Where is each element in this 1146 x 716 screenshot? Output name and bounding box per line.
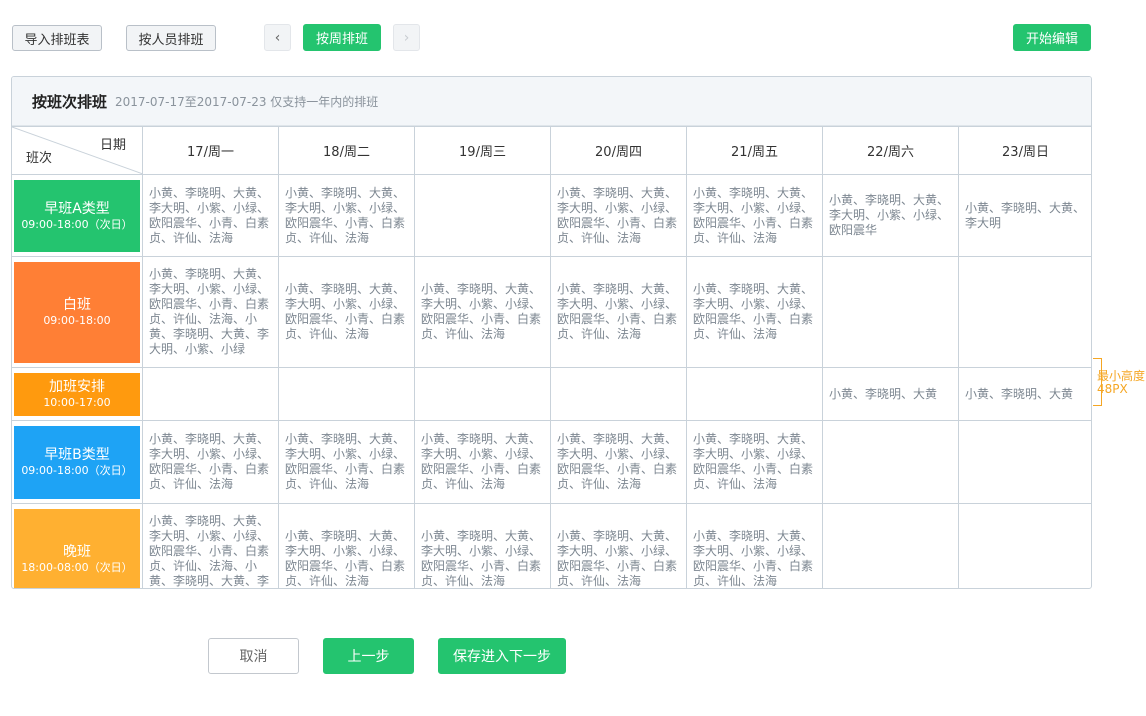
table-body: 早班A类型 09:00-18:00（次日） 小黄、李晓明、大黄、李大明、小紫、小绿、… bbox=[12, 174, 1091, 588]
table-row: 早班B类型 09:00-18:00（次日） 小黄、李晓明、大黄、李大明、小紫、小绿、… bbox=[12, 420, 1091, 504]
corner-header: 日期 班次 bbox=[12, 126, 143, 175]
shift-badge[interactable]: 白班 09:00-18:00 bbox=[14, 261, 140, 363]
day-header: 22/周六 bbox=[822, 126, 959, 175]
next-week-button[interactable]: › bbox=[393, 24, 420, 51]
schedule-panel: 按班次排班 2017-07-17至2017-07-23 仅支持一年内的排班 日期… bbox=[11, 76, 1092, 589]
table-row: 白班 09:00-18:00 小黄、李晓明、大黄、李大明、小紫、小绿、欧阳震华、小青… bbox=[12, 256, 1091, 368]
shift-name: 早班A类型 bbox=[44, 200, 110, 217]
annotation-line-2: 48PX bbox=[1097, 382, 1128, 396]
shift-time: 09:00-18:00（次日） bbox=[21, 217, 133, 231]
schedule-cell[interactable]: 小黄、李晓明、大黄、李大明、小紫、小绿、欧阳震华、小青、白素贞、许仙、法海 bbox=[278, 503, 415, 588]
shift-cell: 早班B类型 09:00-18:00（次日） bbox=[12, 420, 143, 504]
schedule-cell[interactable]: 小黄、李晓明、大黄、李大明、小紫、小绿、欧阳震华、小青、白素贞、许仙、法海 bbox=[278, 174, 415, 257]
shift-badge[interactable]: 晚班 18:00-08:00（次日） bbox=[14, 508, 140, 588]
chevron-left-icon: ‹ bbox=[274, 29, 281, 46]
day-header: 18/周二 bbox=[278, 126, 415, 175]
schedule-cell[interactable]: 小黄、李晓明、大黄、李大明、小紫、小绿、欧阳震华、小青、白素贞、许仙、法海 bbox=[142, 174, 279, 257]
schedule-cell[interactable]: 小黄、李晓明、大黄 bbox=[958, 367, 1091, 421]
shift-time: 10:00-17:00 bbox=[43, 396, 111, 409]
schedule-cell[interactable] bbox=[958, 420, 1091, 504]
shift-cell: 白班 09:00-18:00 bbox=[12, 256, 143, 368]
schedule-cell[interactable] bbox=[822, 256, 959, 368]
schedule-cell[interactable]: 小黄、李晓明、大黄、李大明、小紫、小绿、欧阳震华、小青、白素贞、许仙、法海 bbox=[550, 256, 687, 368]
corner-date-label: 日期 bbox=[99, 138, 126, 153]
schedule-cell[interactable]: 小黄、李晓明、大黄、李大明、小紫、小绿、欧阳震华、小青、白素贞、许仙、法海、小黄… bbox=[142, 503, 279, 588]
shift-cell: 晚班 18:00-08:00（次日） bbox=[12, 503, 143, 588]
prev-week-button[interactable]: ‹ bbox=[264, 24, 291, 51]
day-header: 19/周三 bbox=[414, 126, 551, 175]
shift-name: 白班 bbox=[63, 297, 91, 313]
schedule-cell[interactable]: 小黄、李晓明、大黄、李大明、小紫、小绿、欧阳震华、小青、白素贞、许仙、法海 bbox=[686, 174, 823, 257]
shift-time: 09:00-18:00 bbox=[43, 314, 111, 327]
date-range-subtitle: 2017-07-17至2017-07-23 仅支持一年内的排班 bbox=[115, 94, 379, 109]
shift-badge[interactable]: 早班B类型 09:00-18:00（次日） bbox=[14, 425, 140, 499]
shift-badge[interactable]: 加班安排 10:00-17:00 bbox=[14, 372, 140, 416]
schedule-cell[interactable] bbox=[686, 367, 823, 421]
table-row: 加班安排 10:00-17:00 小黄、李晓明、大黄 小黄、李晓明、大黄 bbox=[12, 367, 1091, 421]
schedule-cell[interactable] bbox=[142, 367, 279, 421]
day-header: 20/周四 bbox=[550, 126, 687, 175]
min-height-annotation: 最小高度 48PX bbox=[1097, 370, 1145, 396]
import-schedule-button[interactable]: 导入排班表 bbox=[12, 25, 102, 51]
table-header-row: 日期 班次 17/周一 18/周二 19/周三 20/周四 21/周五 22/周六 23/周… bbox=[12, 126, 1091, 175]
corner-shift-label: 班次 bbox=[26, 151, 53, 166]
schedule-cell[interactable]: 小黄、李晓明、大黄、李大明、小紫、小绿、欧阳震华、小青、白素贞、许仙、法海 bbox=[550, 420, 687, 504]
schedule-cell[interactable]: 小黄、李晓明、大黄、李大明、小紫、小绿、欧阳震华、小青、白素贞、许仙、法海 bbox=[414, 503, 551, 588]
schedule-cell[interactable]: 小黄、李晓明、大黄、李大明、小紫、小绿、欧阳震华、小青、白素贞、许仙、法海 bbox=[686, 420, 823, 504]
panel-title: 按班次排班 bbox=[32, 92, 108, 111]
shift-name: 早班B类型 bbox=[44, 447, 110, 463]
save-next-step-button[interactable]: 保存进入下一步 bbox=[438, 638, 566, 674]
schedule-cell[interactable]: 小黄、李晓明、大黄、李大明、小紫、小绿、欧阳震华、小青、白素贞、许仙、法海 bbox=[278, 420, 415, 504]
schedule-cell[interactable] bbox=[958, 256, 1091, 368]
schedule-by-week-button[interactable]: 按周排班 bbox=[303, 24, 381, 51]
schedule-cell[interactable]: 小黄、李晓明、大黄、李大明、小紫、小绿、欧阳震华、小青、白素贞、许仙、法海 bbox=[414, 256, 551, 368]
shift-time: 09:00-18:00（次日） bbox=[21, 464, 133, 477]
table-row: 早班A类型 09:00-18:00（次日） 小黄、李晓明、大黄、李大明、小紫、小绿、… bbox=[12, 174, 1091, 257]
schedule-cell[interactable]: 小黄、李晓明、大黄 bbox=[822, 367, 959, 421]
shift-badge[interactable]: 早班A类型 09:00-18:00（次日） bbox=[14, 179, 140, 252]
schedule-cell[interactable]: 小黄、李晓明、大黄、李大明、小紫、小绿、欧阳震华、小青、白素贞、许仙、法海 bbox=[550, 174, 687, 257]
schedule-cell[interactable]: 小黄、李晓明、大黄、李大明、小紫、小绿、欧阳震华、小青、白素贞、许仙、法海 bbox=[686, 256, 823, 368]
schedule-cell[interactable] bbox=[822, 420, 959, 504]
schedule-cell[interactable] bbox=[822, 503, 959, 588]
schedule-by-person-button[interactable]: 按人员排班 bbox=[126, 25, 216, 51]
day-header: 23/周日 bbox=[958, 126, 1091, 175]
cancel-button[interactable]: 取消 bbox=[208, 638, 299, 674]
shift-cell: 加班安排 10:00-17:00 bbox=[12, 367, 143, 421]
previous-step-button[interactable]: 上一步 bbox=[323, 638, 414, 674]
shift-name: 晚班 bbox=[63, 544, 91, 560]
schedule-cell[interactable] bbox=[278, 367, 415, 421]
schedule-cell[interactable]: 小黄、李晓明、大黄、李大明、小紫、小绿、欧阳震华、小青、白素贞、许仙、法海、小黄… bbox=[142, 256, 279, 368]
schedule-cell[interactable] bbox=[550, 367, 687, 421]
shift-name: 加班安排 bbox=[49, 379, 105, 395]
schedule-cell[interactable] bbox=[414, 174, 551, 257]
schedule-cell[interactable]: 小黄、李晓明、大黄、李大明、小紫、小绿、欧阳震华、小青、白素贞、许仙、法海 bbox=[142, 420, 279, 504]
schedule-cell[interactable]: 小黄、李晓明、大黄、李大明、小紫、小绿、欧阳震华、小青、白素贞、许仙、法海 bbox=[414, 420, 551, 504]
schedule-cell[interactable]: 小黄、李晓明、大黄、李大明、小紫、小绿、欧阳震华、小青、白素贞、许仙、法海 bbox=[550, 503, 687, 588]
schedule-cell[interactable] bbox=[414, 367, 551, 421]
start-edit-button[interactable]: 开始编辑 bbox=[1013, 24, 1091, 51]
table-row: 晚班 18:00-08:00（次日） 小黄、李晓明、大黄、李大明、小紫、小绿、欧阳震… bbox=[12, 503, 1091, 588]
schedule-cell[interactable]: 小黄、李晓明、大黄、李大明、小紫、小绿、欧阳震华、小青、白素贞、许仙、法海 bbox=[686, 503, 823, 588]
schedule-cell[interactable]: 小黄、李晓明、大黄、李大明、小紫、小绿、欧阳震华、小青、白素贞、许仙、法海 bbox=[278, 256, 415, 368]
schedule-cell[interactable]: 小黄、李晓明、大黄、李大明 bbox=[958, 174, 1091, 257]
shift-time: 18:00-08:00（次日） bbox=[21, 561, 133, 574]
shift-cell: 早班A类型 09:00-18:00（次日） bbox=[12, 174, 143, 257]
chevron-right-icon: › bbox=[403, 29, 410, 46]
schedule-cell[interactable]: 小黄、李晓明、大黄、李大明、小紫、小绿、欧阳震华 bbox=[822, 174, 959, 257]
schedule-cell[interactable] bbox=[958, 503, 1091, 588]
day-header: 21/周五 bbox=[686, 126, 823, 175]
schedule-table: 日期 班次 17/周一 18/周二 19/周三 20/周四 21/周五 22/周六 23/周… bbox=[12, 126, 1091, 588]
day-header: 17/周一 bbox=[142, 126, 279, 175]
panel-header: 按班次排班 2017-07-17至2017-07-23 仅支持一年内的排班 bbox=[12, 77, 1091, 126]
